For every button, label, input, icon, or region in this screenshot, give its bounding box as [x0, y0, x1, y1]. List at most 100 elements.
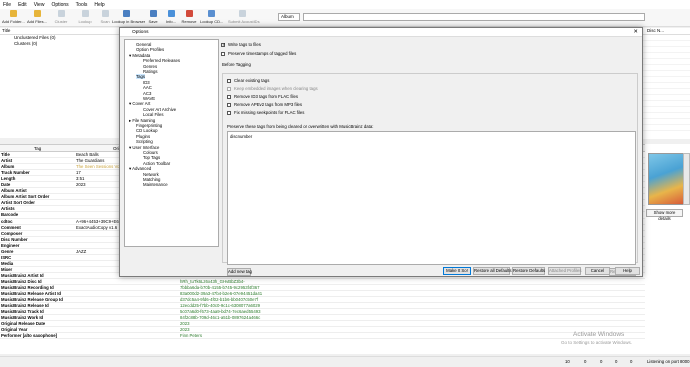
- tree-node-advanced[interactable]: ▾ Advanced: [129, 166, 151, 171]
- remove-icon: [185, 10, 193, 17]
- write-tags-checkbox[interactable]: [221, 42, 226, 48]
- tag-column-header[interactable]: Tag: [34, 146, 41, 151]
- tree-node-label: Fingerprinting: [136, 123, 163, 128]
- menu-view[interactable]: View: [34, 2, 45, 8]
- option-checkbox[interactable]: [227, 111, 231, 115]
- add-folder-button[interactable]: Add Folder...: [2, 10, 25, 26]
- tree-node-user-interface[interactable]: ▾ User Interface: [129, 145, 159, 150]
- remove-button[interactable]: Remove: [178, 10, 200, 26]
- search-input[interactable]: [303, 13, 645, 21]
- metadata-new-cell: Finn Peters: [180, 333, 202, 339]
- menu-options[interactable]: Options: [51, 2, 68, 8]
- file-tree-pane: Title Unclustered Files (0) Clusters (0): [0, 28, 120, 138]
- menu-tools[interactable]: Tools: [76, 2, 88, 8]
- tree-node-fingerprinting[interactable]: Fingerprinting: [136, 123, 162, 128]
- restore-all-defaults-button[interactable]: Restore all Defaults: [473, 267, 512, 275]
- tree-node-general[interactable]: General: [136, 42, 151, 47]
- metadata-tag-cell: Performer [alto saxophone]: [1, 333, 58, 339]
- add-files-button[interactable]: Add Files...: [26, 10, 48, 26]
- tree-node-plugins[interactable]: Plugins: [136, 134, 150, 139]
- attached-profiles-button[interactable]: Attached Profiles: [548, 267, 581, 275]
- tree-node-label: Preferred Releases: [143, 58, 181, 64]
- option-label: Keep embedded images when clearing tags: [234, 86, 318, 91]
- close-icon[interactable]: ✕: [633, 29, 638, 35]
- clusters-item[interactable]: Clusters (0): [0, 41, 119, 47]
- lookup-in-browser-button[interactable]: Lookup in Browser: [112, 10, 145, 26]
- lookup-cd-button[interactable]: Lookup CD...: [200, 10, 224, 26]
- write-tags-label: Write tags to files: [228, 42, 261, 47]
- tree-node-file-naming[interactable]: ▸ File Naming: [129, 118, 155, 123]
- tree-node-metadata[interactable]: ▾ Metadata: [129, 53, 150, 58]
- status-count-5: 0: [630, 359, 633, 364]
- cancel-button[interactable]: Cancel: [585, 267, 610, 275]
- submit-acoustids-label: Submit AcoustIDs: [228, 19, 260, 24]
- tree-node-tags[interactable]: Tags: [136, 74, 146, 80]
- preserve-tags-label: Preserve these tags from being cleared o…: [227, 124, 374, 129]
- save-icon: [149, 10, 157, 17]
- tree-node-label: Colours: [143, 150, 158, 155]
- tree-node-action-toolbar[interactable]: Action Toolbar: [143, 161, 170, 166]
- option-checkbox[interactable]: [227, 87, 231, 91]
- tree-node-ac3[interactable]: AC3: [143, 91, 151, 96]
- make-it-so-button[interactable]: Make It So!: [443, 267, 471, 275]
- menu-edit[interactable]: Edit: [18, 2, 27, 8]
- tree-node-top-tags[interactable]: Top Tags: [143, 155, 160, 160]
- submit-acoustids-button[interactable]: Submit AcoustIDs: [228, 10, 260, 26]
- tree-node-label: Scripting: [136, 139, 153, 145]
- tree-node-id3[interactable]: ID3: [143, 80, 150, 85]
- status-count-2: 0: [584, 359, 587, 364]
- option-checkbox[interactable]: [227, 95, 231, 99]
- lookup-icon: [81, 10, 89, 17]
- lookup-label: Lookup: [78, 19, 92, 24]
- tree-node-preferred-releases[interactable]: Preferred Releases: [143, 58, 180, 63]
- menu-bar: File Edit View Options Tools Help: [0, 0, 690, 9]
- tree-node-scripting[interactable]: Scripting: [136, 139, 153, 144]
- status-count-3: 0: [600, 359, 603, 364]
- preserve-timestamps-checkbox[interactable]: [221, 52, 225, 56]
- tree-node-wave[interactable]: WAVE: [143, 96, 155, 101]
- tree-node-label: Network: [143, 171, 159, 177]
- tree-node-ratings[interactable]: Ratings: [143, 69, 158, 74]
- tree-node-cd-lookup[interactable]: CD Lookup: [136, 128, 158, 133]
- lookup-button[interactable]: Lookup: [74, 10, 96, 26]
- tree-node-option-profiles[interactable]: Option Profiles: [136, 47, 164, 52]
- tree-node-colours[interactable]: Colours: [143, 150, 158, 155]
- help-button[interactable]: Help: [615, 267, 640, 275]
- cluster-button[interactable]: Cluster: [50, 10, 72, 26]
- preserved-tag-item[interactable]: discnumber: [230, 134, 252, 139]
- tree-node-network[interactable]: Network: [143, 172, 159, 177]
- menu-file[interactable]: File: [3, 2, 11, 8]
- preserve-tags-list[interactable]: discnumber: [227, 131, 636, 265]
- activate-windows-hint: Go to Settings to activate Windows.: [561, 340, 633, 345]
- album-column-header[interactable]: Disc N...: [643, 28, 690, 35]
- tree-node-genres[interactable]: Genres: [143, 64, 157, 69]
- option-checkbox[interactable]: [227, 103, 231, 107]
- album-row[interactable]: [643, 125, 690, 131]
- tree-node-label: Genres: [143, 63, 158, 69]
- menu-help[interactable]: Help: [94, 2, 104, 8]
- tree-node-matching[interactable]: Matching: [143, 177, 160, 182]
- tree-node-cover-art[interactable]: ▾ Cover Art: [129, 101, 150, 106]
- lookup-cd-label: Lookup CD...: [200, 19, 224, 24]
- status-count-4: 0: [615, 359, 618, 364]
- album-select[interactable]: Album: [278, 13, 300, 21]
- restore-defaults-button[interactable]: Restore Defaults: [512, 267, 545, 275]
- tree-node-label: General: [136, 42, 152, 47]
- info-icon: [167, 10, 175, 17]
- tree-node-local-files[interactable]: Local Files: [143, 112, 164, 117]
- album-pane: [643, 35, 690, 139]
- add-new-tag-button[interactable]: Add new tag: [227, 268, 252, 276]
- submit-acoustids-icon: [238, 10, 246, 17]
- tree-node-cover-art-archive[interactable]: Cover Art Archive: [143, 107, 176, 112]
- tree-node-label: Local Files: [143, 112, 164, 118]
- show-more-details-button[interactable]: Show more details: [646, 209, 683, 221]
- cluster-label: Cluster: [54, 19, 68, 24]
- tree-node-maintenance[interactable]: Maintenance: [143, 182, 168, 187]
- metadata-row[interactable]: Performer [alto saxophone] Finn Peters: [0, 333, 645, 340]
- tree-node-label: Matching: [143, 177, 161, 182]
- add-folder-label: Add Folder...: [2, 19, 25, 24]
- file-tree-header: Title: [0, 28, 119, 35]
- tree-node-aac[interactable]: AAC: [143, 85, 152, 90]
- option-checkbox[interactable]: [227, 79, 231, 83]
- before-tagging-heading: Before Tagging: [222, 62, 251, 67]
